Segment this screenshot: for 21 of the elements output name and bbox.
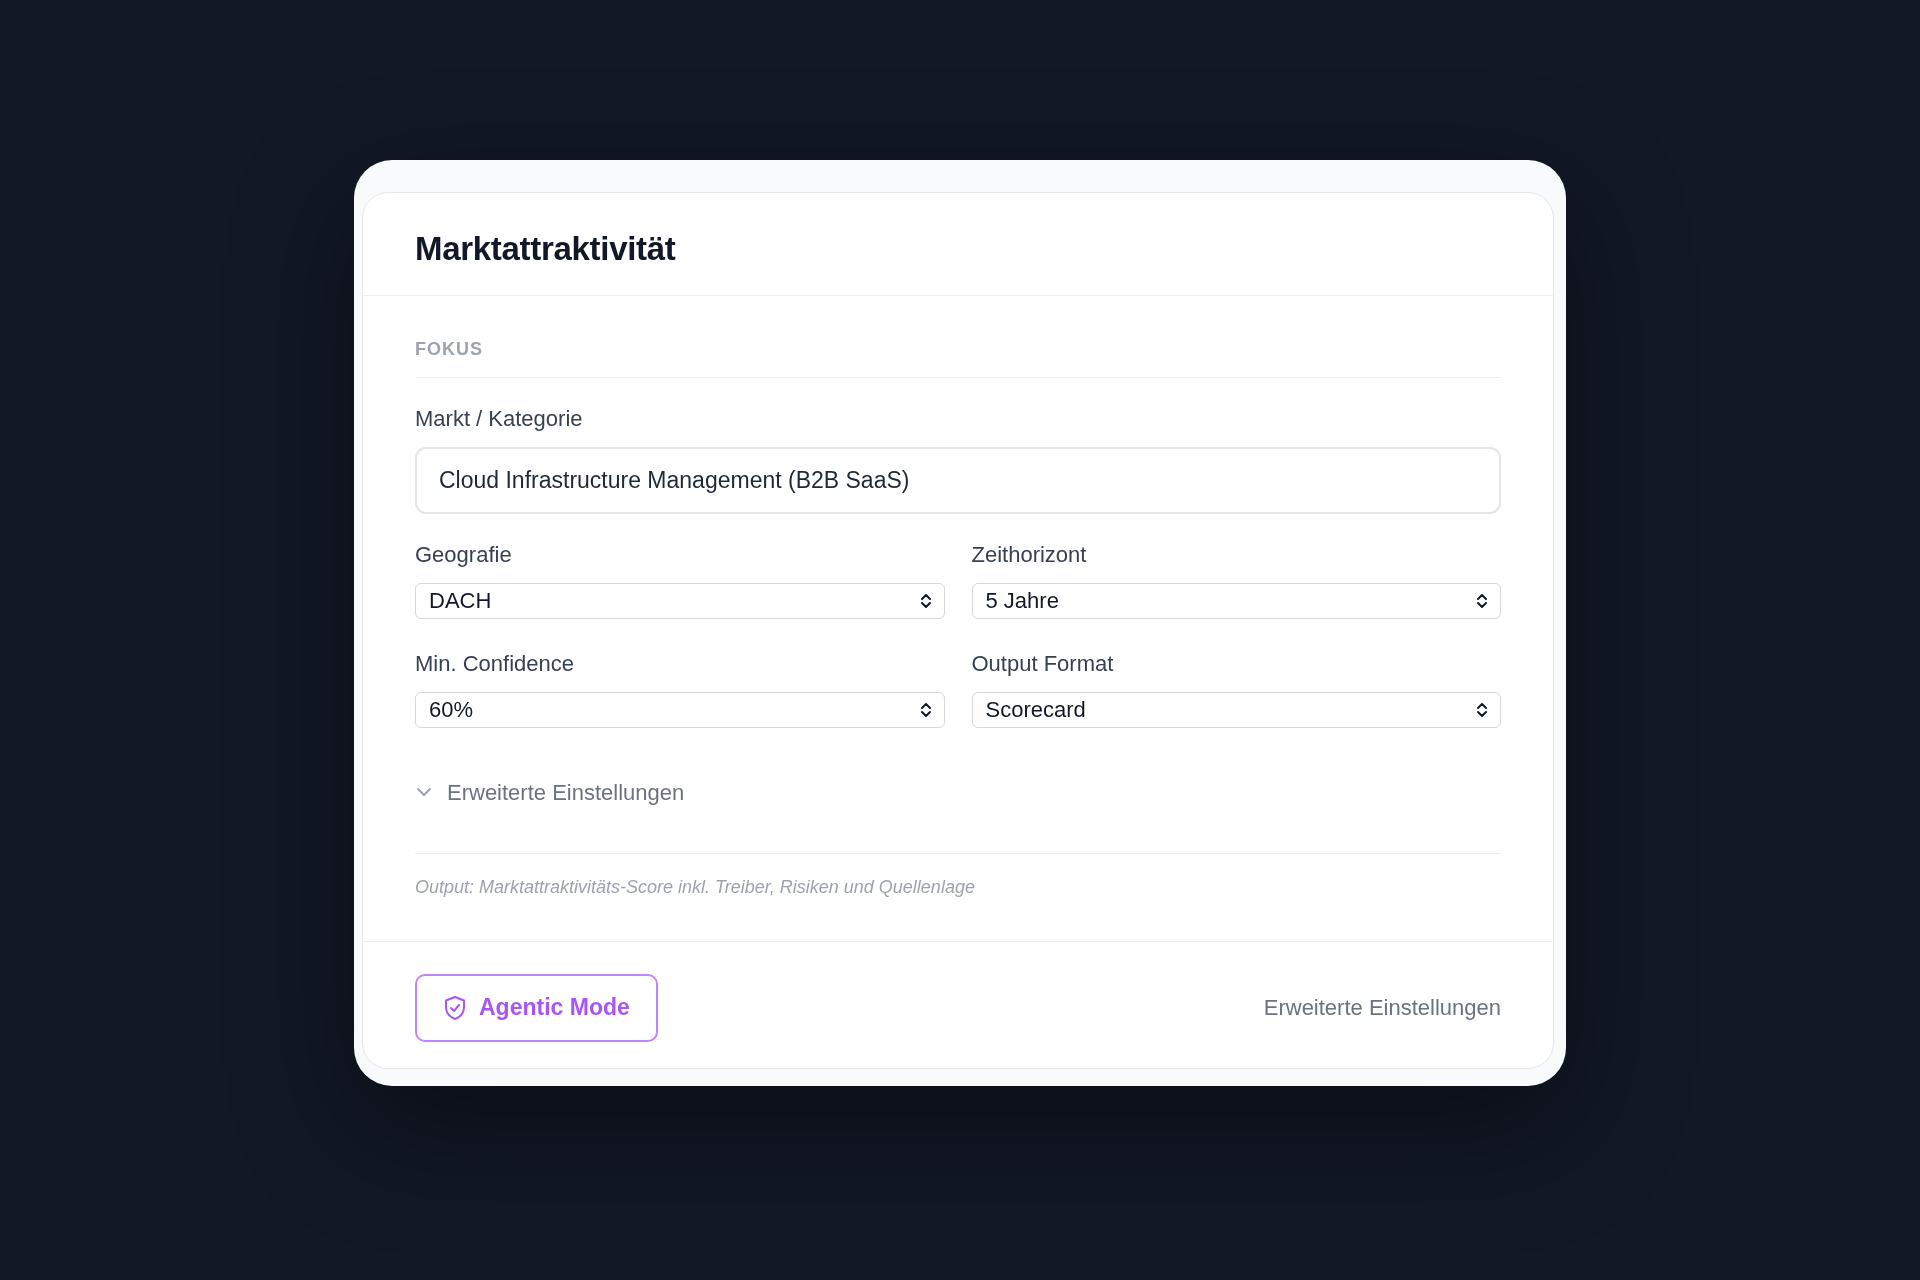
advanced-settings-link[interactable]: Erweiterte Einstellungen: [1263, 991, 1501, 1025]
card-title: Marktattraktivität: [415, 229, 677, 269]
field-label: Geografie: [415, 540, 512, 569]
field-label: Zeithorizont: [971, 540, 1087, 569]
select-field[interactable]: DACH: [415, 582, 945, 619]
chevron-updown-icon: [1476, 700, 1488, 719]
section-label: FOKUS: [415, 335, 1501, 378]
chevron-updown-icon: [919, 591, 932, 610]
field-label: Markt / Kategorie: [415, 404, 583, 433]
shield-check-icon: [443, 994, 467, 1021]
agentic-mode-button[interactable]: Agentic Mode: [415, 973, 658, 1042]
field-label: Min. Confidence: [415, 649, 574, 678]
select-field[interactable]: 60%: [415, 691, 945, 728]
chevron-updown-icon: [919, 700, 932, 719]
select-field[interactable]: 5 Jahre: [971, 582, 1501, 619]
input-field[interactable]: Cloud Infrastructure Management (B2B SaaS): [415, 446, 1501, 514]
advanced-settings-toggle[interactable]: Erweiterte Einstellungen: [415, 775, 685, 809]
field-label: Output Format: [971, 649, 1114, 678]
chevron-updown-icon: [1476, 591, 1488, 610]
select-field[interactable]: Scorecard: [971, 691, 1501, 728]
output-note: Output: Marktattraktivitäts-Score inkl. Treiber, Risiken und Quellenlage: [415, 852, 1501, 901]
